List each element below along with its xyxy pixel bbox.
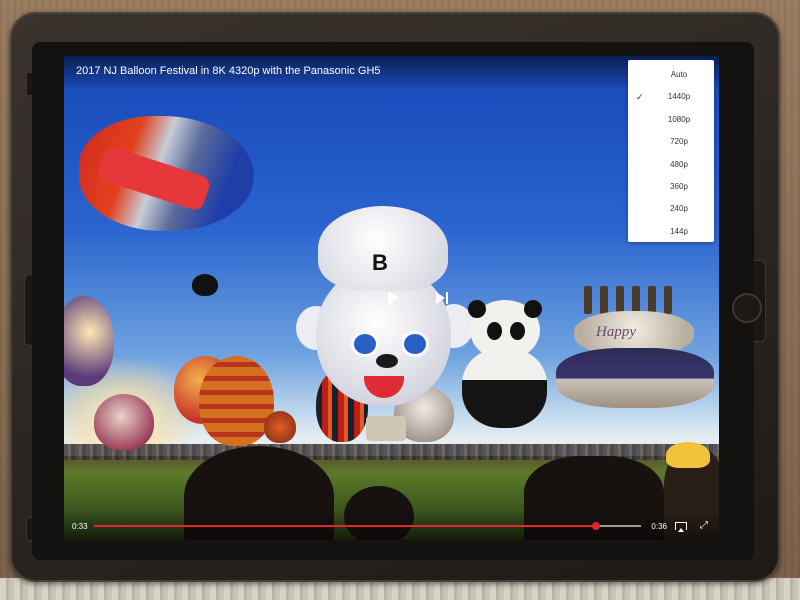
cake-candle <box>664 286 672 314</box>
controls-bar: 0:33 0:36 ⤢ <box>64 510 719 540</box>
quality-option-label: 144p <box>670 226 688 236</box>
current-time: 0:33 <box>72 522 88 531</box>
quality-option-480p[interactable]: 480p <box>628 154 714 176</box>
skip-next-triangle <box>436 292 445 304</box>
check-icon: ✓ <box>636 92 644 103</box>
balloon-basket <box>366 416 406 441</box>
quality-option-720p[interactable]: 720p <box>628 131 714 153</box>
balloon <box>199 356 274 446</box>
fullscreen-icon[interactable]: ⤢ <box>699 521 709 531</box>
cake-candle <box>600 286 608 314</box>
panda-eye-patch <box>487 322 502 340</box>
quality-option-360p[interactable]: 360p <box>628 176 714 198</box>
airplane-balloon <box>79 116 254 231</box>
hat-letter: B <box>372 250 388 275</box>
panda-balloon <box>462 300 552 430</box>
bear-nose <box>376 354 398 368</box>
title-bar: 2017 NJ Balloon Festival in 8K 4320p wit… <box>64 56 719 90</box>
quality-option-label: 240p <box>670 204 688 214</box>
spectator-hat <box>666 442 710 468</box>
total-time: 0:36 <box>651 522 667 531</box>
quality-option-label: 480p <box>670 159 688 169</box>
birthday-cake-balloon: Happy <box>556 286 716 408</box>
quality-option-label: 1440p <box>667 92 691 102</box>
chef-hat <box>318 206 448 291</box>
balloon <box>64 296 114 386</box>
panda-ear <box>468 300 486 318</box>
cake-candle <box>584 286 592 314</box>
cake-candle <box>616 286 624 314</box>
bear-chef-balloon: B <box>296 206 474 441</box>
quality-option-1440p[interactable]: ✓ 1440p <box>628 86 714 108</box>
cake-candle <box>648 286 656 314</box>
balloon <box>94 394 154 450</box>
balloon <box>264 411 296 443</box>
bear-eye <box>401 331 429 357</box>
skip-next-bar <box>446 292 448 304</box>
panda-ear <box>524 300 542 318</box>
home-button[interactable] <box>732 293 762 323</box>
quality-option-label: 360p <box>670 181 688 191</box>
skip-next-icon[interactable] <box>436 292 450 306</box>
cake-lettering: Happy <box>596 324 636 340</box>
quality-option-label: 720p <box>670 137 688 147</box>
play-icon[interactable] <box>388 291 399 305</box>
balloon <box>192 274 218 296</box>
video-player[interactable]: B Happy 2017 NJ Balloon Festival in 8K 4… <box>64 56 719 540</box>
bear-eye <box>351 331 379 357</box>
quality-option-label: Auto <box>670 70 688 79</box>
quality-option-auto[interactable]: Auto <box>628 64 714 86</box>
quality-menu: Auto ✓ 1440p 1080p 720p 480p 360p 240p 14… <box>628 60 714 242</box>
cake-bottom-tier <box>556 348 714 408</box>
airplane-wing <box>96 144 212 213</box>
quality-option-240p[interactable]: 240p <box>628 198 714 220</box>
quality-option-label: 1080p <box>667 114 691 124</box>
progress-fill <box>94 525 596 527</box>
airplay-icon[interactable] <box>675 522 687 532</box>
quality-option-144p[interactable]: 144p <box>628 221 714 243</box>
progress-bar[interactable] <box>94 522 641 530</box>
quality-option-1080p[interactable]: 1080p <box>628 109 714 131</box>
scrubber-handle[interactable] <box>591 522 600 530</box>
panda-eye-patch <box>510 322 525 340</box>
panda-body <box>462 348 547 428</box>
cake-candle <box>632 286 640 314</box>
video-title[interactable]: 2017 NJ Balloon Festival in 8K 4320p wit… <box>76 65 381 77</box>
